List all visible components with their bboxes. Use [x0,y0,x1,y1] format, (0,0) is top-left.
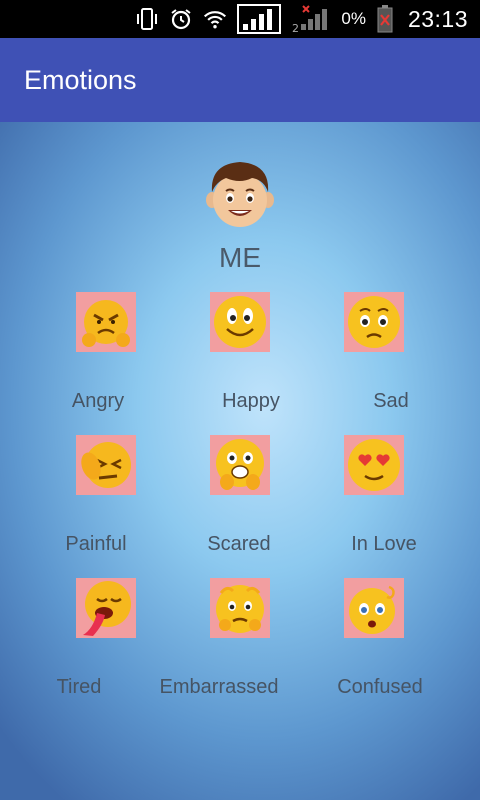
scared-face-icon[interactable] [210,435,270,495]
confused-face-icon[interactable] [344,578,404,638]
battery-icon [376,5,394,33]
emotions-screen: ME Angry Happy Sad Painful Scared In Lov… [0,122,480,800]
in-love-face-icon[interactable] [344,435,404,495]
boy-face-icon[interactable] [204,158,276,230]
status-clock: 23:13 [407,5,468,32]
sad-face-icon[interactable] [344,292,404,352]
angry-face-icon[interactable] [76,292,136,352]
painful-face-icon[interactable] [76,435,136,495]
svg-text:2: 2 [292,22,299,34]
vibrate-icon [135,7,159,31]
battery-percent: 0% [341,9,366,28]
status-bar: 2 0% 23:13 [0,0,480,38]
signal-sim2-icon: 2 [291,5,331,34]
emotion-label-confused: Confused [337,676,423,698]
alarm-icon [169,7,193,31]
embarrassed-face-icon[interactable] [210,578,270,638]
emotion-label-embarrassed: Embarrassed [159,676,279,698]
profile-label: ME [219,242,261,273]
happy-face-icon[interactable] [210,292,270,352]
wifi-icon [203,7,227,31]
emotion-label-sad: Sad [373,390,409,412]
emotion-label-painful: Painful [65,533,127,555]
emotion-label-in-love: In Love [351,533,417,555]
app-bar: Emotions [0,38,480,122]
signal-sim1-icon [237,4,282,34]
tired-face-icon[interactable] [76,578,136,638]
emotion-label-angry: Angry [71,390,125,412]
emotion-label-tired: Tired [56,676,102,698]
emotion-label-happy: Happy [222,390,280,412]
app-title: Emotions [24,64,137,95]
emotion-label-scared: Scared [207,533,271,555]
